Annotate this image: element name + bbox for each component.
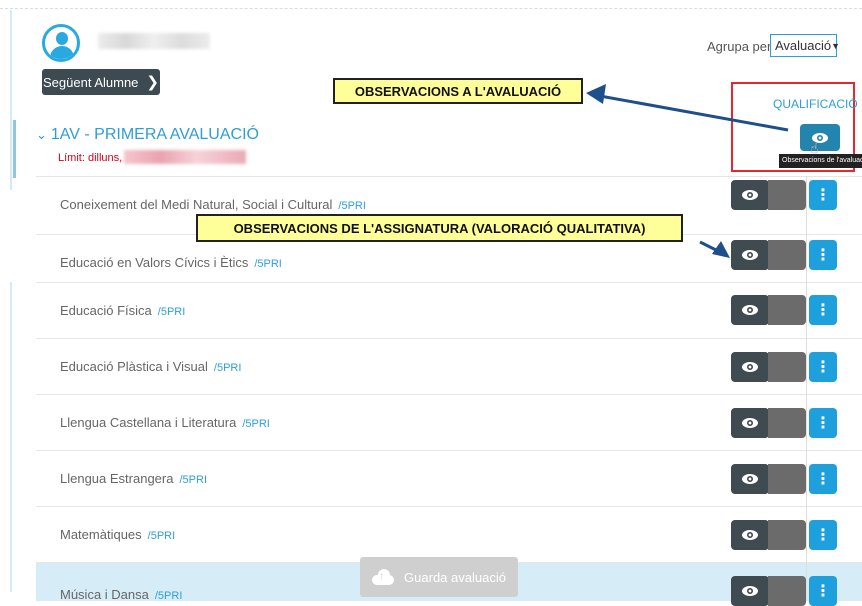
subject-label: Música i Dansa/5PRI (60, 587, 182, 602)
subject-group: /5PRI (242, 418, 270, 430)
grade-field[interactable] (768, 240, 806, 270)
tooltip: Observacions de l'avaluació (779, 154, 862, 168)
subject-name: Música i Dansa (60, 587, 149, 602)
vertical-ellipsis-icon: ⋮ (815, 415, 831, 432)
eye-icon (742, 250, 758, 260)
subject-name: Matemàtiques (60, 527, 142, 542)
eye-icon (742, 530, 758, 540)
subject-name: Educació Plàstica i Visual (60, 359, 208, 374)
subject-group: /5PRI (154, 590, 183, 602)
subject-name: Educació Física (60, 303, 152, 318)
row-menu-button[interactable]: ⋮ (809, 576, 837, 606)
top-border (0, 8, 862, 9)
subject-observations-button[interactable] (731, 295, 769, 325)
eye-icon (742, 474, 758, 484)
next-student-label: Següent Alumne (43, 74, 139, 90)
row-menu-button[interactable]: ⋮ (809, 295, 837, 325)
row-menu-button[interactable]: ⋮ (809, 240, 837, 270)
subject-group: /5PRI (213, 362, 242, 374)
grade-field[interactable] (768, 464, 806, 494)
grade-field[interactable] (768, 180, 806, 210)
grade-field[interactable] (768, 576, 806, 606)
subject-label: Coneixement del Medi Natural, Social i C… (60, 197, 366, 212)
student-name-redacted (98, 33, 210, 49)
vertical-ellipsis-icon: ⋮ (815, 471, 831, 488)
subject-observations-button[interactable] (731, 240, 769, 270)
column-divider (806, 176, 807, 601)
cloud-upload-icon: ↑ (372, 569, 395, 585)
subject-group: /5PRI (254, 258, 282, 270)
subject-group: /5PRI (157, 306, 186, 318)
subject-label: Educació Física/5PRI (60, 303, 185, 318)
user-icon (42, 24, 80, 62)
group-by-select[interactable]: Avaluació ▼ (770, 34, 841, 57)
row-menu-button[interactable]: ⋮ (809, 352, 837, 382)
row-menu-button[interactable]: ⋮ (809, 464, 837, 494)
subject-name: Coneixement del Medi Natural, Social i C… (60, 197, 333, 212)
grade-field[interactable] (768, 408, 806, 438)
subject-label: Matemàtiques/5PRI (60, 527, 175, 542)
qualification-header: QUALIFICACIÓ (773, 97, 858, 111)
subject-group: /5PRI (338, 200, 366, 212)
chevron-right-icon: ❯ (146, 74, 159, 91)
save-evaluation-label: Guarda avaluació (404, 569, 506, 585)
subject-name: Llengua Estrangera (60, 471, 174, 486)
row-menu-button[interactable]: ⋮ (809, 520, 837, 550)
subject-label: Educació en Valors Cívics i Ètics/5PRI (60, 255, 282, 270)
vertical-ellipsis-icon: ⋮ (815, 247, 831, 264)
vertical-ellipsis-icon: ⋮ (815, 527, 831, 544)
left-border (10, 10, 12, 190)
callout-evaluation-observations: OBSERVACIONS A L'AVALUACIÓ (333, 78, 583, 104)
subject-label: Llengua Estrangera/5PRI (60, 471, 207, 486)
subject-name: Educació en Valors Cívics i Ètics (60, 255, 249, 270)
eye-icon (742, 586, 758, 596)
eye-icon (742, 418, 758, 428)
subject-observations-button[interactable] (731, 576, 769, 606)
vertical-ellipsis-icon: ⋮ (815, 359, 831, 376)
left-border-lower (10, 282, 12, 592)
callout-subject-observations: OBSERVACIONS DE L'ASSIGNATURA (VALORACIÓ… (196, 214, 683, 242)
subject-group: /5PRI (147, 530, 176, 542)
grade-field[interactable] (768, 295, 806, 325)
eye-icon (742, 190, 758, 200)
row-menu-button[interactable]: ⋮ (809, 408, 837, 438)
deadline-label: Límit: dilluns, (58, 152, 123, 164)
vertical-ellipsis-icon: ⋮ (815, 583, 831, 600)
vertical-ellipsis-icon: ⋮ (815, 187, 831, 204)
save-evaluation-button[interactable]: ↑ Guarda avaluació (360, 557, 518, 597)
subject-name: Llengua Castellana i Literatura (60, 415, 237, 430)
chevron-down-icon: ▼ (831, 40, 841, 51)
subject-label: Educació Plàstica i Visual/5PRI (60, 359, 241, 374)
subject-observations-button[interactable] (731, 180, 769, 210)
vertical-ellipsis-icon: ⋮ (815, 302, 831, 319)
eye-icon (742, 305, 758, 315)
subject-observations-button[interactable] (731, 520, 769, 550)
eye-icon (742, 362, 758, 372)
subject-label: Llengua Castellana i Literatura/5PRI (60, 415, 270, 430)
subject-observations-button[interactable] (731, 408, 769, 438)
group-by-label: Agrupa per: (707, 39, 775, 54)
section-marker (13, 120, 16, 178)
subject-observations-button[interactable] (731, 352, 769, 382)
subject-observations-button[interactable] (731, 464, 769, 494)
deadline-date-redacted (124, 150, 246, 164)
subject-group: /5PRI (179, 474, 207, 486)
arrow-evaluation-head (586, 84, 606, 104)
next-student-button[interactable]: Següent Alumne ❯ (42, 69, 160, 95)
evaluation-title-text: 1AV - PRIMERA AVALUACIÓ (50, 126, 259, 143)
grade-field[interactable] (768, 352, 806, 382)
evaluation-title[interactable]: ⌄ 1AV - PRIMERA AVALUACIÓ (36, 126, 259, 144)
group-by-value: Avaluació (775, 38, 832, 53)
evaluation-observations-button[interactable] (800, 124, 840, 151)
chevron-down-icon: ⌄ (36, 127, 47, 142)
grade-field[interactable] (768, 520, 806, 550)
row-menu-button[interactable]: ⋮ (809, 180, 837, 210)
